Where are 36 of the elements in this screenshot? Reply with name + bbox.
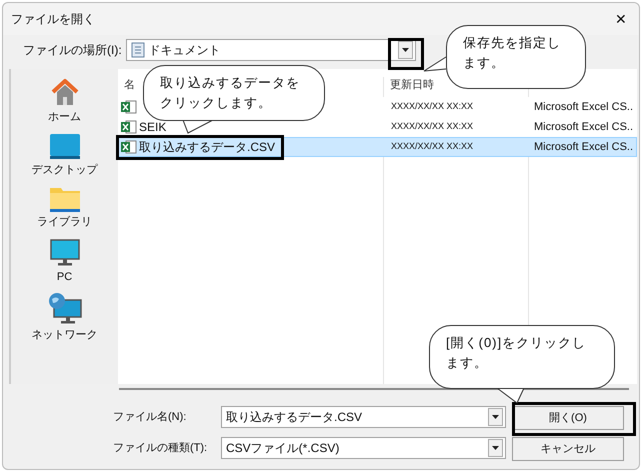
modified-date: XXXX/XX/XX XX:XX xyxy=(390,100,474,114)
location-value: ドキュメント xyxy=(148,42,222,59)
desktop-icon xyxy=(50,134,80,160)
filename-field[interactable]: 取り込みするデータ.CSV xyxy=(221,406,506,428)
open-button[interactable]: 開く(O) xyxy=(512,406,624,430)
sidebar-item[interactable]: ホーム xyxy=(48,109,81,126)
network-icon xyxy=(48,293,82,325)
sidebar-item[interactable]: PC xyxy=(56,268,72,285)
close-button[interactable]: ✕ xyxy=(615,8,627,30)
modified-date: XXXX/XX/XX XX:XX xyxy=(390,140,474,154)
location-dropdown[interactable]: ドキュメント xyxy=(126,39,416,61)
file-type[interactable]: Microsoft Excel CS.. xyxy=(530,98,636,116)
file-name: SEIK xyxy=(139,119,166,136)
filetype-label: ファイルの種類(T): xyxy=(113,440,208,456)
spreadsheet-icon xyxy=(121,100,137,114)
house-icon xyxy=(50,77,80,107)
column-header[interactable]: 更新日時 xyxy=(390,79,434,91)
filetype-dropdown[interactable]: CSVファイル(*.CSV) xyxy=(221,437,506,459)
sidebar-item[interactable]: デスクトップ xyxy=(32,162,98,178)
filename-label: ファイル名(N): xyxy=(113,410,188,425)
highlight-frame xyxy=(388,38,424,70)
file-type[interactable]: Microsoft Excel CS.. xyxy=(530,118,636,136)
modified-date: XXXX/XX/XX XX:XX xyxy=(390,120,474,134)
sidebar-item[interactable]: ライブラリ xyxy=(37,214,92,230)
cancel-button[interactable]: キャンセル xyxy=(512,437,624,461)
monitor-icon xyxy=(50,238,80,266)
location-label: ファイルの場所(I): xyxy=(23,42,122,59)
window-title: ファイルを開く xyxy=(11,11,95,28)
sidebar-item[interactable]: ネットワーク xyxy=(32,327,98,344)
file-type[interactable]: Microsoft Excel CS.. xyxy=(530,138,636,156)
file-name: 取り込みするデータ.CSV xyxy=(139,139,276,156)
spreadsheet-icon xyxy=(121,140,137,154)
spreadsheet-icon xyxy=(121,120,137,134)
column-header[interactable]: 名 xyxy=(124,79,135,91)
document-icon xyxy=(130,42,145,58)
folder-icon xyxy=(50,186,80,212)
